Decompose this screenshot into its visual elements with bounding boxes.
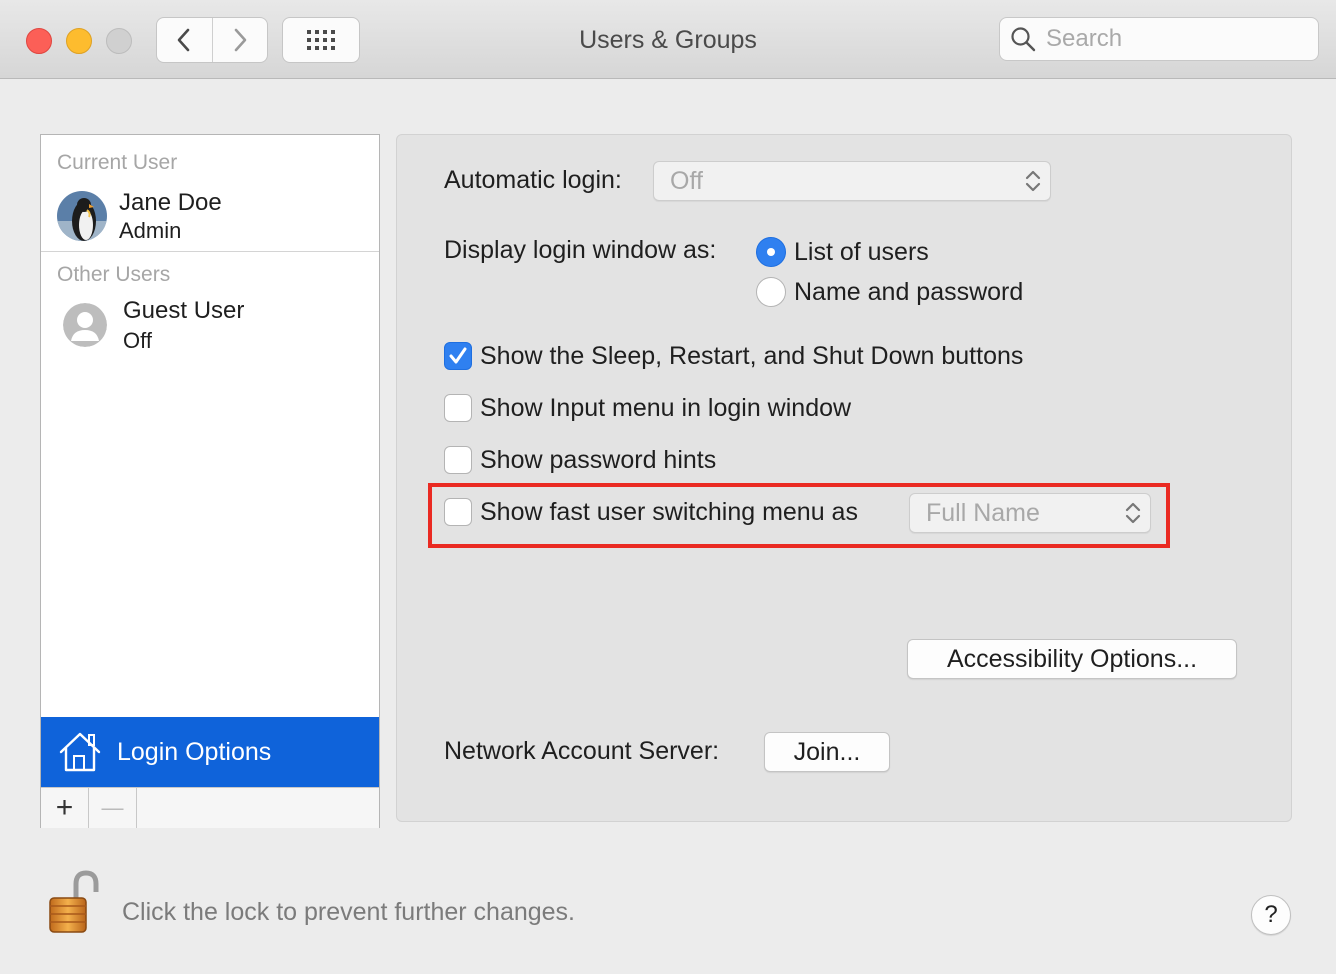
display-login-label: Display login window as: bbox=[444, 236, 717, 264]
search-icon bbox=[1011, 27, 1036, 52]
title-bar: Users & Groups bbox=[0, 0, 1336, 79]
checkbox-input-menu-label: Show Input menu in login window bbox=[480, 394, 852, 422]
other-users-header: Other Users bbox=[57, 263, 171, 286]
guest-user-status: Off bbox=[123, 328, 152, 353]
house-icon bbox=[59, 732, 101, 772]
updown-arrows-icon bbox=[1025, 170, 1041, 192]
lock-status-text: Click the lock to prevent further change… bbox=[122, 898, 576, 926]
login-options-item[interactable]: Login Options bbox=[41, 717, 379, 787]
fast-switch-format-value: Full Name bbox=[926, 499, 1040, 527]
radio-name-and-password-label: Name and password bbox=[794, 278, 1024, 306]
search-input[interactable] bbox=[1044, 24, 1308, 54]
sidebar-divider bbox=[41, 251, 379, 252]
add-user-button[interactable]: + bbox=[41, 788, 89, 828]
radio-list-of-users-label: List of users bbox=[794, 238, 929, 266]
radio-name-and-password[interactable] bbox=[756, 277, 786, 307]
checkbox-password-hints[interactable] bbox=[444, 446, 472, 474]
unlocked-padlock-icon bbox=[49, 870, 99, 933]
checkmark-icon bbox=[449, 347, 467, 364]
checkbox-fast-user-switching[interactable] bbox=[444, 498, 472, 526]
remove-user-button[interactable]: — bbox=[89, 788, 137, 828]
radio-list-of-users[interactable] bbox=[756, 237, 786, 267]
login-options-label: Login Options bbox=[117, 737, 272, 766]
guest-user-name: Guest User bbox=[123, 297, 245, 324]
checkbox-sleep-restart-shutdown-label: Show the Sleep, Restart, and Shut Down b… bbox=[480, 342, 1024, 370]
checkbox-password-hints-label: Show password hints bbox=[480, 446, 717, 474]
guest-avatar bbox=[63, 303, 107, 347]
accessibility-options-button[interactable]: Accessibility Options... bbox=[907, 639, 1237, 679]
network-server-label: Network Account Server: bbox=[444, 737, 720, 765]
automatic-login-value: Off bbox=[670, 167, 703, 195]
updown-arrows-icon bbox=[1125, 502, 1141, 524]
penguin-icon bbox=[57, 191, 107, 241]
current-user-role: Admin bbox=[119, 218, 182, 243]
search-field[interactable] bbox=[999, 17, 1319, 61]
sidebar-toolbar: + — bbox=[41, 787, 379, 828]
automatic-login-label: Automatic login: bbox=[444, 166, 622, 194]
minus-icon: — bbox=[101, 795, 124, 820]
join-button[interactable]: Join... bbox=[764, 732, 890, 772]
checkbox-sleep-restart-shutdown[interactable] bbox=[444, 342, 472, 370]
checkbox-input-menu[interactable] bbox=[444, 394, 472, 422]
help-button[interactable]: ? bbox=[1251, 895, 1291, 935]
lock-button[interactable] bbox=[46, 870, 102, 936]
penguin-avatar bbox=[57, 191, 107, 241]
user-row-guest[interactable]: Guest User Off bbox=[41, 297, 379, 357]
users-sidebar: Current User Jane Doe Admin Other Users bbox=[40, 134, 380, 828]
generic-user-icon bbox=[63, 303, 107, 347]
current-user-header: Current User bbox=[57, 151, 178, 174]
question-mark-icon: ? bbox=[1264, 901, 1278, 928]
plus-icon: + bbox=[55, 791, 74, 824]
user-row-current[interactable]: Jane Doe Admin bbox=[41, 187, 379, 247]
automatic-login-select[interactable]: Off bbox=[653, 161, 1051, 201]
checkbox-fast-user-switching-label: Show fast user switching menu as bbox=[480, 498, 858, 526]
fast-switch-format-select[interactable]: Full Name bbox=[909, 493, 1151, 533]
current-user-name: Jane Doe bbox=[119, 189, 222, 216]
